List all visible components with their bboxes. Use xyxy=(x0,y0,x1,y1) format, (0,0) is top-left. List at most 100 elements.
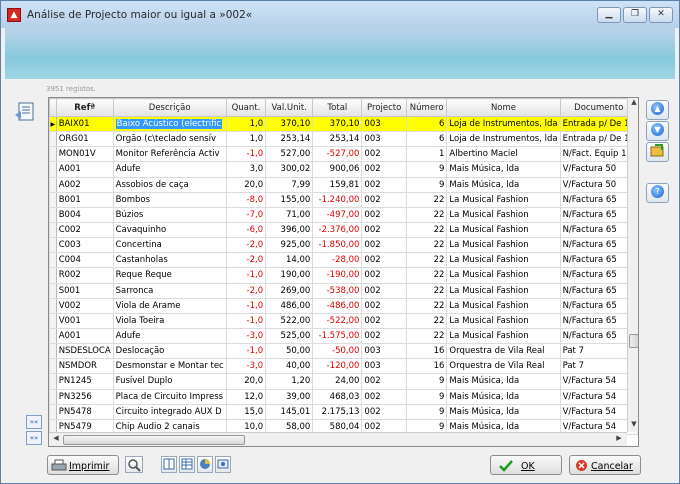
row-indicator[interactable] xyxy=(49,388,57,405)
cell-projecto[interactable]: 002 xyxy=(361,206,407,223)
cell-projecto[interactable]: 002 xyxy=(361,312,407,329)
row-indicator[interactable]: ▶ xyxy=(49,115,57,133)
row-indicator[interactable] xyxy=(49,343,57,360)
row-indicator[interactable] xyxy=(49,297,57,314)
cell-nome[interactable]: La Musical Fashion xyxy=(446,191,561,208)
cell-descricao[interactable]: Viola de Arame xyxy=(112,297,227,314)
row-indicator[interactable] xyxy=(49,312,57,329)
cell-documento[interactable]: N/Factura 65 xyxy=(559,282,638,299)
cell-total[interactable]: 24,00 xyxy=(312,373,363,390)
cancel-button[interactable]: Cancelar xyxy=(569,455,641,475)
cell-quant[interactable]: 1,0 xyxy=(225,131,267,148)
cell-numero[interactable]: 22 xyxy=(405,206,448,223)
cell-nome[interactable]: Loja de Instrumentos, lda xyxy=(446,131,561,148)
cell-projecto[interactable]: 002 xyxy=(361,237,407,254)
cell-ref[interactable]: B001 xyxy=(55,191,114,208)
cell-valunit[interactable]: 50,00 xyxy=(265,343,314,360)
cell-numero[interactable]: 22 xyxy=(405,297,448,314)
cell-valunit[interactable]: 300,02 xyxy=(265,161,314,178)
cell-numero[interactable]: 9 xyxy=(405,388,448,405)
cell-total[interactable]: 159,81 xyxy=(312,176,363,193)
cell-valunit[interactable]: 145,01 xyxy=(265,403,314,420)
table-row[interactable]: V002 Viola de Arame -1,0 486,00 -486,00 002 22… xyxy=(49,297,638,314)
cell-descricao[interactable]: Placa de Circuito Impress xyxy=(112,388,227,405)
cell-nome[interactable]: La Musical Fashion xyxy=(446,252,561,269)
cell-documento[interactable]: N/Factura 65 xyxy=(559,221,638,239)
cell-valunit[interactable]: 370,10 xyxy=(265,115,314,133)
cell-projecto[interactable]: 002 xyxy=(361,221,407,239)
cell-descricao[interactable]: Sarronca xyxy=(112,282,227,299)
scroll-up-arrow-icon[interactable]: ▲ xyxy=(628,98,638,110)
cell-ref[interactable]: C002 xyxy=(55,221,114,239)
cell-projecto[interactable]: 002 xyxy=(361,176,407,193)
col-header-descricao[interactable]: Descrição xyxy=(112,98,227,117)
cell-projecto[interactable]: 002 xyxy=(361,297,407,314)
row-indicator[interactable] xyxy=(49,267,57,284)
col-header-total[interactable]: Total xyxy=(312,98,363,117)
cell-nome[interactable]: La Musical Fashion xyxy=(446,267,561,284)
cell-nome[interactable]: La Musical Fashion xyxy=(446,327,561,345)
cell-quant[interactable]: -2,0 xyxy=(225,252,267,269)
vertical-scroll-thumb[interactable] xyxy=(629,334,638,348)
cell-documento[interactable]: V/Factura 54 xyxy=(559,388,638,405)
cell-documento[interactable]: V/Factura 54 xyxy=(559,403,638,420)
table-row[interactable]: B004 Búzios -7,0 71,00 -497,00 002 22 La Musica… xyxy=(49,206,638,223)
cell-nome[interactable]: La Musical Fashion xyxy=(446,282,561,299)
cell-descricao[interactable]: Concertina xyxy=(112,237,227,254)
table-row[interactable]: PN3256 Placa de Circuito Impress 12,0 39,00… xyxy=(49,388,638,405)
row-indicator[interactable] xyxy=(49,373,57,390)
cell-total[interactable]: -1.240,00 xyxy=(312,191,363,208)
cell-quant[interactable]: -1,0 xyxy=(225,312,267,329)
cell-ref[interactable]: A001 xyxy=(55,327,114,345)
cell-total[interactable]: -497,00 xyxy=(312,206,363,223)
cell-nome[interactable]: Mais Música, lda xyxy=(446,161,561,178)
cell-nome[interactable]: Mais Música, lda xyxy=(446,403,561,420)
cell-valunit[interactable]: 14,00 xyxy=(265,252,314,269)
col-header-projecto[interactable]: Projecto xyxy=(361,98,407,117)
cell-nome[interactable]: Albertino Maciel xyxy=(446,146,561,163)
cell-valunit[interactable]: 522,00 xyxy=(265,312,314,329)
preview-button[interactable] xyxy=(125,456,143,473)
table-row[interactable]: S001 Sarronca -2,0 269,00 -538,00 002 22 La Mus… xyxy=(49,282,638,299)
cell-valunit[interactable]: 925,00 xyxy=(265,237,314,254)
cell-valunit[interactable]: 39,00 xyxy=(265,388,314,405)
help-button[interactable]: ? xyxy=(646,183,669,203)
cell-documento[interactable]: N/Fact. Equip 16 xyxy=(559,146,638,163)
cell-nome[interactable]: Orquestra de Vila Real xyxy=(446,343,561,360)
cell-quant[interactable]: -7,0 xyxy=(225,206,267,223)
cell-total[interactable]: 253,14 xyxy=(312,131,363,148)
export-button[interactable] xyxy=(646,142,669,162)
scroll-right-arrow-icon[interactable]: ▶ xyxy=(613,434,625,446)
cell-valunit[interactable]: 269,00 xyxy=(265,282,314,299)
cell-numero[interactable]: 22 xyxy=(405,191,448,208)
cell-ref[interactable]: NSMDOR xyxy=(55,358,114,375)
cell-numero[interactable]: 6 xyxy=(405,115,448,133)
cell-total[interactable]: 900,06 xyxy=(312,161,363,178)
row-indicator[interactable] xyxy=(49,403,57,420)
move-up-button[interactable]: ▲ xyxy=(646,100,669,120)
row-indicator[interactable] xyxy=(49,191,57,208)
table-row[interactable]: PN1245 Fusível Duplo 20,0 1,20 24,00 002 9 Mais… xyxy=(49,373,638,390)
cell-projecto[interactable]: 003 xyxy=(361,115,407,133)
cell-ref[interactable]: A002 xyxy=(55,176,114,193)
cell-documento[interactable]: Pat 7 xyxy=(559,343,638,360)
expand-button[interactable]: «» xyxy=(26,431,42,445)
cell-quant[interactable]: -2,0 xyxy=(225,237,267,254)
cell-projecto[interactable]: 002 xyxy=(361,267,407,284)
cell-valunit[interactable]: 40,00 xyxy=(265,358,314,375)
cell-valunit[interactable]: 486,00 xyxy=(265,297,314,314)
table-row[interactable]: NSDESLOCA Deslocação -1,0 50,00 -50,00 003 16 O… xyxy=(49,343,638,360)
col-header-quant[interactable]: Quant. xyxy=(225,98,267,117)
cell-valunit[interactable]: 1,20 xyxy=(265,373,314,390)
title-bar[interactable]: ▲ Análise de Projecto maior ou igual a »… xyxy=(1,1,679,28)
cell-descricao[interactable]: Orgão (c\teclado sensív xyxy=(112,131,227,148)
cell-quant[interactable]: -3,0 xyxy=(225,358,267,375)
cell-valunit[interactable]: 190,00 xyxy=(265,267,314,284)
cell-descricao[interactable]: Monitor Referência Activ xyxy=(112,146,227,163)
cell-numero[interactable]: 22 xyxy=(405,221,448,239)
cell-ref[interactable]: PN1245 xyxy=(55,373,114,390)
table-row[interactable]: ORG01 Orgão (c\teclado sensív 1,0 253,14 253… xyxy=(49,131,638,148)
cell-total[interactable]: -190,00 xyxy=(312,267,363,284)
row-indicator[interactable] xyxy=(49,252,57,269)
row-indicator[interactable] xyxy=(49,358,57,375)
